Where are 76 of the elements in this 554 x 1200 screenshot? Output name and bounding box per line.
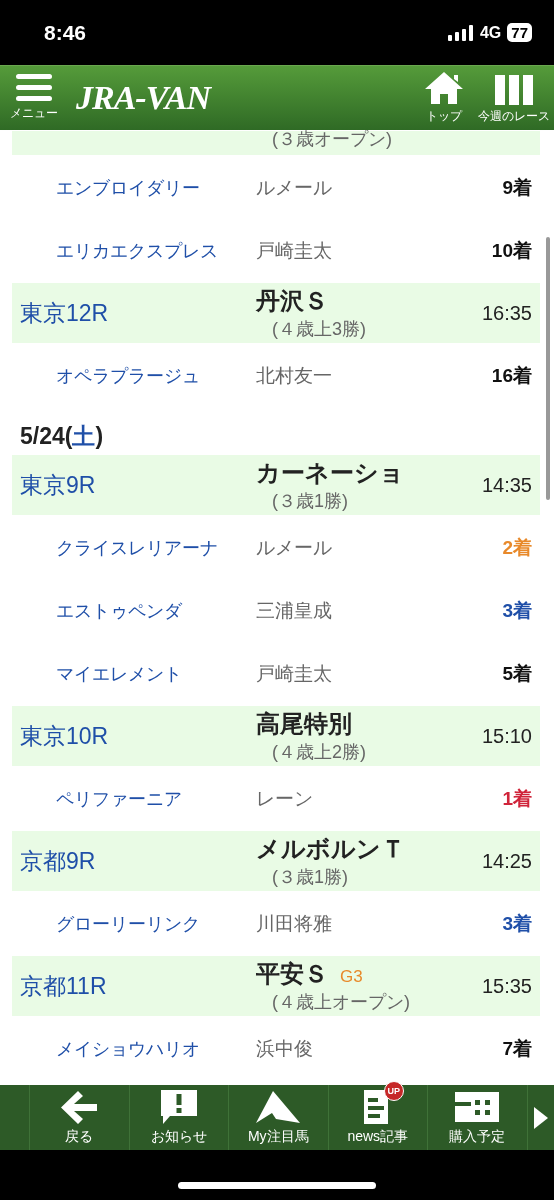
finish-position: 16着 (491, 363, 532, 388)
jockey-name: 戸崎圭太 (256, 661, 333, 686)
menu-icon (16, 74, 52, 102)
race-name: 平安Ｓ (256, 959, 328, 989)
race-venue: 東京9R (20, 470, 97, 500)
race-time: 14:35 (481, 473, 532, 497)
race-name: メルボルンＴ (256, 834, 405, 864)
horse-name[interactable]: エンブロイダリー (56, 175, 256, 200)
race-row[interactable]: 京都9R メルボルンＴ (３歳1勝) 14:25 (12, 831, 540, 891)
race-class: (３歳1勝) (272, 866, 349, 889)
clock-time: 8:46 (44, 20, 87, 45)
back-arrow-icon (61, 1090, 98, 1124)
race-row[interactable]: (３歳オープン) (12, 131, 540, 155)
race-time: 15:10 (481, 724, 532, 748)
right-arrow-icon (533, 1106, 548, 1129)
jockey-name: レーン (256, 786, 314, 811)
grade-label: G3 (340, 967, 363, 987)
race-row[interactable]: 東京9R カーネーショ (３歳1勝) 14:35 (12, 455, 540, 515)
race-class: (４歳上3勝) (272, 318, 367, 341)
race-row[interactable]: 京都11R 平安Ｓ G3 (４歳上オープン) 15:35 (12, 956, 540, 1016)
horse-name[interactable]: マイエレメント (56, 661, 256, 686)
speech-bubble-icon (160, 1090, 197, 1124)
ticket-icon (455, 1092, 500, 1122)
finish-position: 3着 (502, 598, 532, 623)
jockey-name: 浜中俊 (256, 1036, 314, 1061)
horse-name[interactable]: エストゥペンダ (56, 598, 256, 623)
race-row[interactable]: 東京12R 丹沢Ｓ (４歳上3勝) 16:35 (12, 283, 540, 343)
finish-position: 5着 (502, 661, 532, 686)
columns-icon (495, 75, 533, 105)
home-button[interactable]: トップ (424, 71, 464, 125)
race-venue: 東京10R (20, 721, 110, 751)
weekly-races-button[interactable]: 今週のレース (478, 75, 550, 125)
battery-level: 77 (511, 24, 528, 41)
race-name: 丹沢Ｓ (256, 286, 328, 316)
network-label: 4G (479, 23, 502, 42)
finish-position: 7着 (502, 1036, 532, 1061)
horse-head-icon (256, 1091, 301, 1123)
jockey-name: 川田将雅 (256, 911, 333, 936)
notice-button[interactable]: お知らせ (129, 1085, 229, 1150)
race-time: 14:25 (481, 849, 532, 873)
finish-position: 2着 (502, 535, 532, 560)
horse-name[interactable]: グローリーリンク (56, 911, 256, 936)
horse-name[interactable]: ペリファーニア (56, 786, 256, 811)
news-button[interactable]: UP news記事 (328, 1085, 428, 1150)
date-heading: 5/24(土) (19, 422, 105, 451)
logo: JRA-VAN (76, 79, 211, 117)
race-row[interactable]: 東京10R 高尾特別 (４歳上2勝) 15:10 (12, 706, 540, 766)
race-name: 高尾特別 (256, 709, 352, 739)
race-venue: 京都11R (20, 971, 108, 1001)
race-class: (３歳オープン) (272, 130, 393, 151)
race-class: (４歳上オープン) (272, 991, 411, 1014)
finish-position: 10着 (491, 238, 532, 263)
horse-name[interactable]: メイショウハリオ (56, 1036, 256, 1061)
finish-position: 9着 (502, 175, 532, 200)
race-time: 16:35 (481, 301, 532, 325)
race-class: (３歳1勝) (272, 490, 349, 513)
horse-name[interactable]: クライスレリアーナ (56, 535, 256, 560)
purchase-plan-button[interactable]: 購入予定 (428, 1085, 528, 1150)
jockey-name: ルメール (256, 535, 333, 560)
race-venue: 京都9R (20, 846, 97, 876)
update-badge: UP (383, 1081, 404, 1101)
race-venue: 東京12R (20, 298, 110, 328)
finish-position: 3着 (502, 911, 532, 936)
signal-icon (447, 24, 474, 41)
finish-position: 1着 (502, 786, 532, 811)
jockey-name: 三浦皇成 (256, 598, 333, 623)
jockey-name: 北村友一 (256, 363, 333, 388)
horse-name[interactable]: エリカエクスプレス (56, 238, 256, 263)
race-name: カーネーショ (256, 458, 404, 488)
jockey-name: 戸崎圭太 (256, 238, 333, 263)
horse-name[interactable]: オペラプラージュ (56, 363, 256, 388)
jockey-name: ルメール (256, 175, 333, 200)
race-class: (４歳上2勝) (272, 741, 367, 764)
menu-button[interactable]: メニュー (10, 74, 58, 122)
home-icon (424, 71, 464, 105)
race-time: 15:35 (481, 974, 532, 998)
